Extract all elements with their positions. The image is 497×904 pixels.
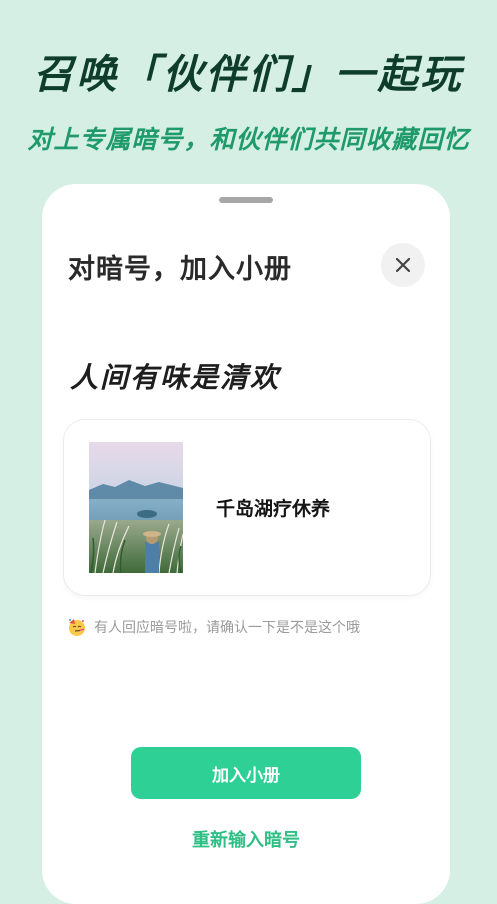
notice-text: 有人回应暗号啦，请确认一下是不是这个哦 [94,620,360,636]
close-icon [395,257,411,273]
album-card[interactable]: 千岛湖疗休养 [63,419,431,596]
album-name: 千岛湖疗休养 [216,498,331,520]
secret-code-text: 人间有味是清欢 [70,361,281,394]
drag-handle[interactable] [219,197,273,203]
promo-headline: 召唤「伙伴们」一起玩 [33,52,464,98]
match-notice: 有人回应暗号啦，请确认一下是不是这个哦 [67,617,360,637]
join-album-button[interactable]: 加入小册 [131,747,361,799]
reenter-code-link[interactable]: 重新输入暗号 [42,826,450,852]
join-album-sheet: 对暗号，加入小册 人间有味是清欢 千岛湖疗休养 有人回应暗号啦，请确认一下是不是… [42,184,450,904]
sheet-title: 对暗号，加入小册 [68,254,292,285]
album-cover-photo [89,442,183,573]
close-button[interactable] [381,243,425,287]
party-face-emoji-icon [69,619,85,636]
promo-subheadline: 对上专属暗号，和伙伴们共同收藏回忆 [27,125,470,154]
